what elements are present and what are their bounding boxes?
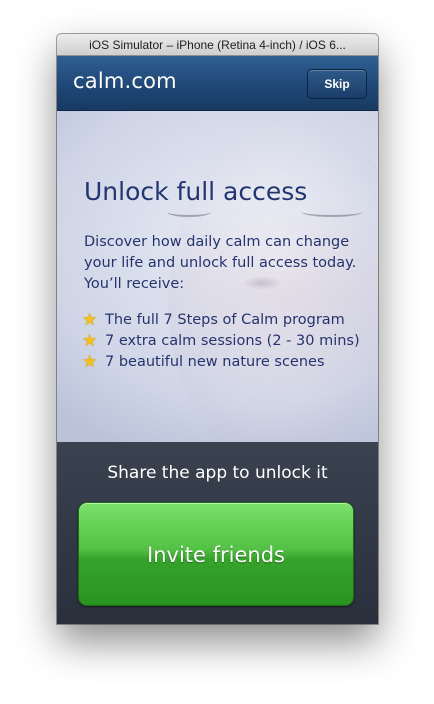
benefit-text: 7 extra calm sessions (2 - 30 mins) [105,332,360,349]
benefit-item: ★ 7 extra calm sessions (2 - 30 mins) [82,330,360,351]
app-navbar: calm.com Skip [57,56,378,111]
benefit-item: ★ The full 7 Steps of Calm program [82,309,360,330]
simulator-window: iOS Simulator – iPhone (Retina 4-inch) /… [57,34,378,624]
benefit-text: 7 beautiful new nature scenes [105,353,325,370]
background-face-image [167,207,211,217]
share-panel: Share the app to unlock it Invite friend… [57,442,378,624]
benefit-text: The full 7 Steps of Calm program [105,311,345,328]
skip-button[interactable]: Skip [307,69,367,99]
invite-friends-button[interactable]: Invite friends [78,502,354,606]
star-icon: ★ [82,330,98,351]
benefits-list: ★ The full 7 Steps of Calm program ★ 7 e… [82,309,360,372]
star-icon: ★ [82,351,98,372]
brand-logo: calm.com [73,69,177,93]
hero-panel: Unlock full access Discover how daily ca… [57,111,378,442]
background-face-image [302,207,362,217]
window-title: iOS Simulator – iPhone (Retina 4-inch) /… [57,34,378,56]
star-icon: ★ [82,309,98,330]
share-title: Share the app to unlock it [107,463,328,483]
description-text: Discover how daily calm can change your … [84,234,357,292]
page-title: Unlock full access [84,177,308,206]
benefit-item: ★ 7 beautiful new nature scenes [82,351,360,372]
